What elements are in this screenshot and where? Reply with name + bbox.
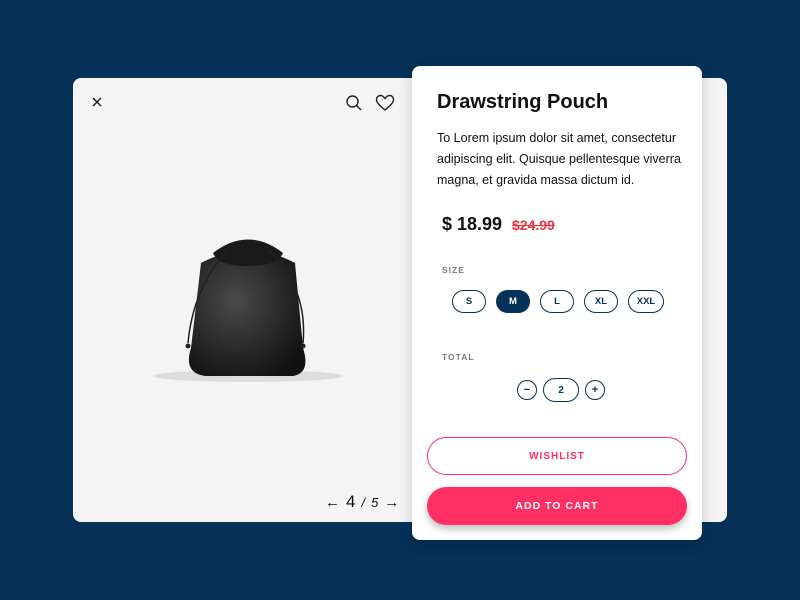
- increment-button[interactable]: +: [585, 380, 605, 400]
- close-icon[interactable]: [90, 95, 104, 109]
- wishlist-button[interactable]: WISHLIST: [427, 437, 687, 475]
- heart-icon[interactable]: [375, 94, 395, 112]
- product-detail-card: Drawstring Pouch To Lorem ipsum dolor si…: [412, 66, 702, 540]
- image-pager: ← 4 / 5 →: [325, 492, 399, 512]
- product-image: [153, 239, 343, 382]
- size-option-xl[interactable]: XL: [584, 290, 618, 313]
- original-price: $24.99: [512, 217, 555, 233]
- total-label: TOTAL: [442, 352, 475, 362]
- product-description: To Lorem ipsum dolor sit amet, consectet…: [437, 131, 681, 187]
- prev-image-arrow[interactable]: ←: [325, 494, 340, 511]
- size-option-l[interactable]: L: [540, 290, 574, 313]
- size-option-s[interactable]: S: [452, 290, 486, 313]
- current-price: $ 18.99: [442, 214, 503, 234]
- next-image-arrow[interactable]: →: [384, 494, 399, 511]
- quantity-stepper: − 2 +: [517, 378, 605, 402]
- search-icon[interactable]: [345, 94, 363, 112]
- size-option-m[interactable]: M: [496, 290, 530, 313]
- size-option-xxl[interactable]: XXL: [628, 290, 664, 313]
- product-title: Drawstring Pouch: [437, 91, 609, 113]
- add-to-cart-button[interactable]: ADD TO CART: [427, 487, 687, 525]
- size-selector: S M L XL XXL: [452, 290, 664, 313]
- decrement-button[interactable]: −: [517, 380, 537, 400]
- page-separator: /: [361, 495, 366, 510]
- size-label: SIZE: [442, 265, 465, 275]
- total-pages: 5: [371, 495, 379, 510]
- quantity-value[interactable]: 2: [543, 378, 579, 402]
- current-page: 4: [346, 492, 356, 511]
